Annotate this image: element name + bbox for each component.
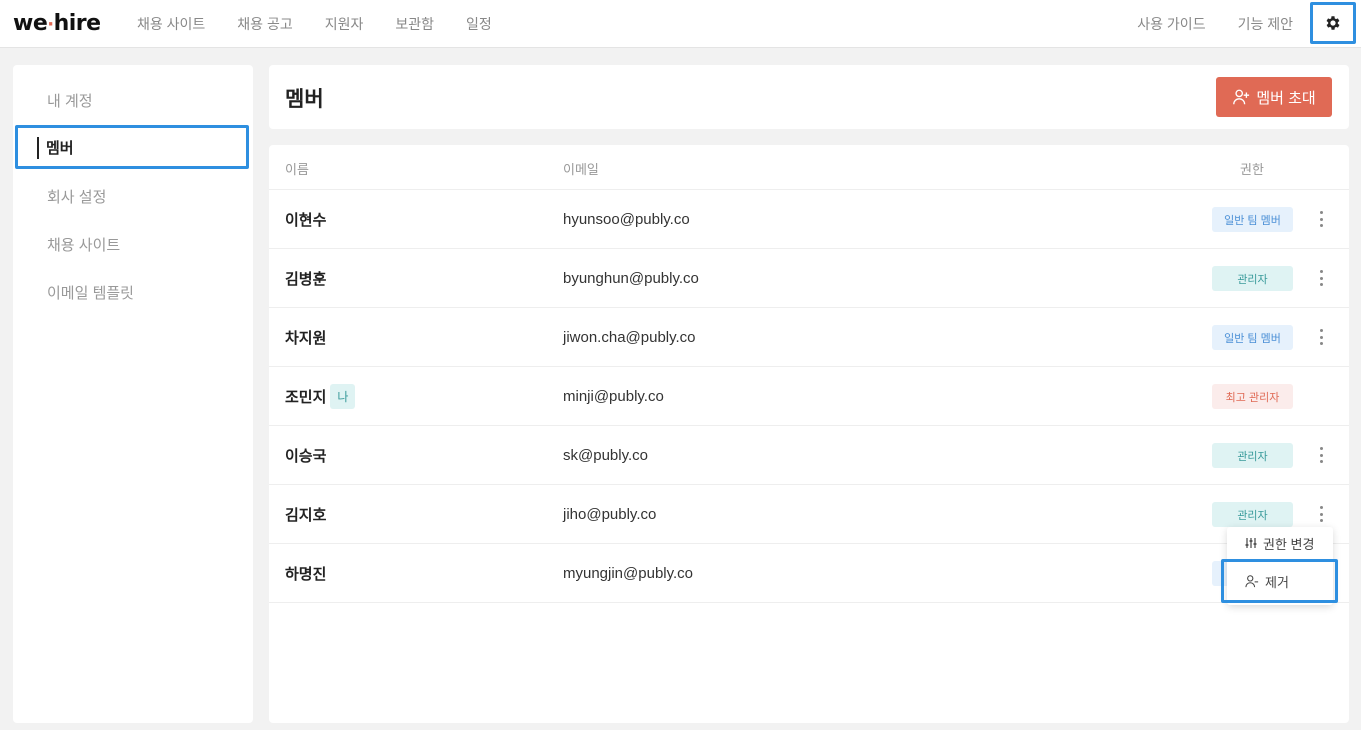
sidebar-item-recruit-site[interactable]: 채용 사이트 [13,222,253,266]
more-options-button[interactable] [1313,326,1329,348]
table-row: 김병훈 byunghun@publy.co 관리자 [269,249,1349,308]
member-name-text: 하명진 [285,565,327,583]
settings-button[interactable] [1310,2,1356,44]
active-indicator [37,137,39,159]
nav-applicants[interactable]: 지원자 [325,14,364,34]
nav-user-guide[interactable]: 사용 가이드 [1137,14,1205,34]
wehire-logo[interactable]: we·hire [13,11,101,36]
sidebar-item-label: 이메일 템플릿 [47,284,134,302]
table-row: 김지호 jiho@publy.co 관리자 [269,485,1349,544]
row-action-menu: 권한 변경 제거 [1227,527,1333,605]
invite-button-label: 멤버 초대 [1256,89,1316,107]
change-role-menu-item[interactable]: 권한 변경 [1227,527,1333,559]
more-options-button[interactable] [1313,444,1329,466]
table-row: 하명진 myungjin@publy.co [269,544,1349,603]
table-row: 차지원 jiwon.cha@publy.co 일반 팀 멤버 [269,308,1349,367]
column-header-name: 이름 [285,162,309,177]
member-email: myungjin@publy.co [563,564,694,582]
member-name: 조민지 나 [285,367,356,425]
role-badge: 일반 팀 멤버 [1212,325,1293,350]
role-badge: 일반 팀 멤버 [1212,207,1293,232]
member-name-text: 김병훈 [285,270,327,288]
member-email: jiwon.cha@publy.co [563,328,696,346]
table-row: 이승국 sk@publy.co 관리자 [269,426,1349,485]
member-name: 이현수 [285,190,326,248]
sidebar-item-my-account[interactable]: 내 계정 [13,78,253,122]
member-email: byunghun@publy.co [563,269,699,287]
role-badge: 관리자 [1212,266,1293,291]
member-name-text: 조민지 [285,388,327,406]
nav-recruit-site[interactable]: 채용 사이트 [137,14,205,34]
remove-member-menu-item[interactable]: 제거 [1227,565,1333,597]
user-minus-icon [1245,575,1259,588]
table-row: 조민지 나 minji@publy.co 최고 관리자 [269,367,1349,426]
member-name-text: 김지호 [285,506,327,524]
main-nav: 채용 사이트 채용 공고 지원자 보관함 일정 [137,0,524,48]
invite-member-button[interactable]: 멤버 초대 [1216,77,1332,117]
nav-feature-suggestion[interactable]: 기능 제안 [1238,14,1293,34]
nav-archive[interactable]: 보관함 [395,14,434,34]
role-badge: 관리자 [1212,502,1293,527]
member-name: 차지원 [285,308,326,366]
table-header: 이름 이메일 권한 [269,145,1349,190]
sliders-icon [1245,538,1257,548]
sidebar-item-label: 멤버 [46,139,74,157]
column-header-role: 권한 [1240,162,1264,177]
sidebar-item-members[interactable]: 멤버 [15,125,249,169]
sidebar-item-label: 채용 사이트 [47,236,121,254]
more-options-button[interactable] [1313,503,1329,525]
nav-job-postings[interactable]: 채용 공고 [237,14,292,34]
more-options-button[interactable] [1313,208,1329,230]
member-email: sk@publy.co [563,446,648,464]
menu-item-label: 제거 [1265,574,1289,590]
menu-item-label: 권한 변경 [1263,536,1315,552]
member-name-text: 이현수 [285,211,327,229]
sidebar-item-label: 회사 설정 [47,188,107,206]
sidebar-item-company-settings[interactable]: 회사 설정 [13,174,253,218]
nav-schedule[interactable]: 일정 [466,14,492,34]
sidebar-item-label: 내 계정 [47,92,93,110]
member-name: 하명진 [285,544,326,602]
sidebar-item-email-templates[interactable]: 이메일 템플릿 [13,270,253,314]
utility-nav: 사용 가이드 기능 제안 [1105,0,1293,48]
member-email: hyunsoo@publy.co [563,210,690,228]
member-name-text: 차지원 [285,329,327,347]
top-navbar: we·hire 채용 사이트 채용 공고 지원자 보관함 일정 사용 가이드 기… [0,0,1361,48]
member-name: 김병훈 [285,249,326,307]
role-badge: 최고 관리자 [1212,384,1293,409]
members-table: 이름 이메일 권한 이현수 hyunsoo@publy.co 일반 팀 멤버 김… [269,145,1349,723]
role-badge: 관리자 [1212,443,1293,468]
page-title: 멤버 [285,88,324,111]
column-header-email: 이메일 [563,162,599,177]
user-plus-icon [1233,89,1250,105]
member-email: jiho@publy.co [563,505,657,523]
member-name-text: 이승국 [285,447,327,465]
member-email: minji@publy.co [563,387,664,405]
settings-sidebar: 내 계정 멤버 회사 설정 채용 사이트 이메일 템플릿 [13,65,253,723]
member-name: 김지호 [285,485,326,543]
more-options-button[interactable] [1313,267,1329,289]
me-badge: 나 [330,383,356,409]
member-name: 이승국 [285,426,326,484]
table-row: 이현수 hyunsoo@publy.co 일반 팀 멤버 [269,190,1349,249]
page-header: 멤버 멤버 초대 [269,65,1349,129]
gear-icon [1326,16,1340,30]
